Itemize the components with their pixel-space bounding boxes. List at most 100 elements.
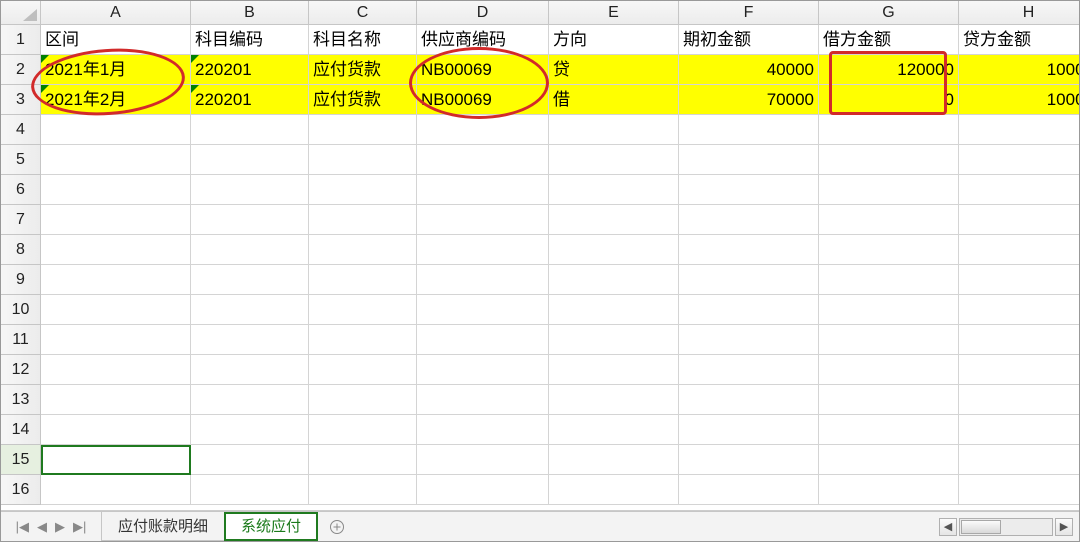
cell-H6[interactable] (959, 175, 1079, 205)
cell-H9[interactable] (959, 265, 1079, 295)
column-header-C[interactable]: C (309, 1, 417, 25)
cell-H4[interactable] (959, 115, 1079, 145)
cell-F5[interactable] (679, 145, 819, 175)
cell-B4[interactable] (191, 115, 309, 145)
cell-A3[interactable]: 2021年2月 (41, 85, 191, 115)
cell-G16[interactable] (819, 475, 959, 505)
cell-F7[interactable] (679, 205, 819, 235)
cell-C15[interactable] (309, 445, 417, 475)
cell-C13[interactable] (309, 385, 417, 415)
cell-C4[interactable] (309, 115, 417, 145)
tab-nav-buttons[interactable]: |◀ ◀ ▶ ▶| (1, 512, 101, 541)
cell-H7[interactable] (959, 205, 1079, 235)
tab-nav-prev-icon[interactable]: ◀ (37, 519, 47, 535)
cell-E4[interactable] (549, 115, 679, 145)
cell-B5[interactable] (191, 145, 309, 175)
new-sheet-button[interactable] (317, 512, 357, 541)
cell-G1[interactable]: 借方金额 (819, 25, 959, 55)
cell-E8[interactable] (549, 235, 679, 265)
cell-H5[interactable] (959, 145, 1079, 175)
cell-B8[interactable] (191, 235, 309, 265)
cell-E7[interactable] (549, 205, 679, 235)
cell-C1[interactable]: 科目名称 (309, 25, 417, 55)
cell-G14[interactable] (819, 415, 959, 445)
cell-E2[interactable]: 贷 (549, 55, 679, 85)
cell-G5[interactable] (819, 145, 959, 175)
cell-B10[interactable] (191, 295, 309, 325)
cell-G12[interactable] (819, 355, 959, 385)
cell-A4[interactable] (41, 115, 191, 145)
cell-G2[interactable]: 120000 (819, 55, 959, 85)
cell-H8[interactable] (959, 235, 1079, 265)
cell-F2[interactable]: 40000 (679, 55, 819, 85)
cell-F8[interactable] (679, 235, 819, 265)
cell-D14[interactable] (417, 415, 549, 445)
cell-E12[interactable] (549, 355, 679, 385)
cell-D12[interactable] (417, 355, 549, 385)
cell-A13[interactable] (41, 385, 191, 415)
cell-G6[interactable] (819, 175, 959, 205)
scroll-thumb[interactable] (961, 520, 1001, 534)
cell-D2[interactable]: NB00069 (417, 55, 549, 85)
cell-H14[interactable] (959, 415, 1079, 445)
cell-F10[interactable] (679, 295, 819, 325)
horizontal-scrollbar[interactable]: ◀ ▶ (939, 512, 1079, 541)
cell-H2[interactable]: 10000 (959, 55, 1079, 85)
cell-H16[interactable] (959, 475, 1079, 505)
column-header-A[interactable]: A (41, 1, 191, 25)
cell-D7[interactable] (417, 205, 549, 235)
cell-A6[interactable] (41, 175, 191, 205)
cell-G10[interactable] (819, 295, 959, 325)
cell-B7[interactable] (191, 205, 309, 235)
row-header-14[interactable]: 14 (1, 415, 40, 445)
cell-D1[interactable]: 供应商编码 (417, 25, 549, 55)
cell-B1[interactable]: 科目编码 (191, 25, 309, 55)
cell-B12[interactable] (191, 355, 309, 385)
cell-D5[interactable] (417, 145, 549, 175)
column-header-D[interactable]: D (417, 1, 549, 25)
cell-H3[interactable]: 10000 (959, 85, 1079, 115)
cell-E3[interactable]: 借 (549, 85, 679, 115)
row-header-9[interactable]: 9 (1, 265, 40, 295)
cell-G3[interactable]: 0 (819, 85, 959, 115)
cell-B15[interactable] (191, 445, 309, 475)
cell-A5[interactable] (41, 145, 191, 175)
tab-nav-next-icon[interactable]: ▶ (55, 519, 65, 535)
cell-D11[interactable] (417, 325, 549, 355)
cell-H11[interactable] (959, 325, 1079, 355)
cell-A10[interactable] (41, 295, 191, 325)
cell-C16[interactable] (309, 475, 417, 505)
cell-A9[interactable] (41, 265, 191, 295)
cell-F11[interactable] (679, 325, 819, 355)
column-header-G[interactable]: G (819, 1, 959, 25)
cell-H15[interactable] (959, 445, 1079, 475)
cell-B9[interactable] (191, 265, 309, 295)
cell-B6[interactable] (191, 175, 309, 205)
cell-G9[interactable] (819, 265, 959, 295)
cell-E14[interactable] (549, 415, 679, 445)
cell-A14[interactable] (41, 415, 191, 445)
cell-F13[interactable] (679, 385, 819, 415)
cell-B13[interactable] (191, 385, 309, 415)
cell-F6[interactable] (679, 175, 819, 205)
cell-B11[interactable] (191, 325, 309, 355)
cell-D3[interactable]: NB00069 (417, 85, 549, 115)
row-header-5[interactable]: 5 (1, 145, 40, 175)
cell-A2[interactable]: 2021年1月 (41, 55, 191, 85)
cell-D16[interactable] (417, 475, 549, 505)
cell-G8[interactable] (819, 235, 959, 265)
cell-G11[interactable] (819, 325, 959, 355)
cell-G4[interactable] (819, 115, 959, 145)
column-header-B[interactable]: B (191, 1, 309, 25)
column-header-E[interactable]: E (549, 1, 679, 25)
select-all-corner[interactable] (1, 1, 41, 25)
cell-F14[interactable] (679, 415, 819, 445)
cell-H10[interactable] (959, 295, 1079, 325)
row-header-4[interactable]: 4 (1, 115, 40, 145)
cell-C2[interactable]: 应付货款 (309, 55, 417, 85)
cell-C7[interactable] (309, 205, 417, 235)
row-header-7[interactable]: 7 (1, 205, 40, 235)
cell-A12[interactable] (41, 355, 191, 385)
cell-H12[interactable] (959, 355, 1079, 385)
sheet-tab[interactable]: 系统应付 (224, 512, 318, 541)
